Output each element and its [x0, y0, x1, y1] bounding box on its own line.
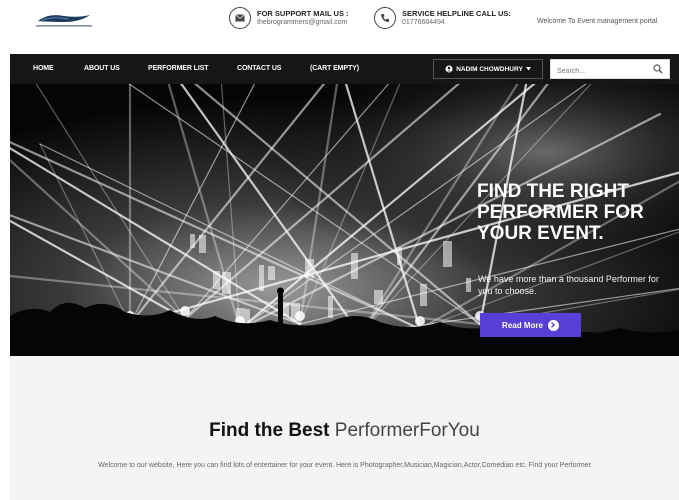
section-heading: Find the Best PerformerForYou [10, 420, 679, 442]
main-nav: HOME ABOUT US PERFORMER LIST CONTACT US … [10, 54, 679, 84]
nav-item-cart[interactable]: (CART EMPTY) [310, 54, 359, 84]
read-more-button[interactable]: Read More [480, 313, 581, 337]
hero-banner: FIND THE RIGHT PERFORMER FOR YOUR EVENT.… [10, 84, 679, 356]
hero-subtitle: We have more than a thousand Performer f… [478, 274, 659, 296]
search-input[interactable] [551, 62, 652, 81]
user-circle-icon [445, 65, 453, 73]
brand-logo-icon[interactable] [34, 11, 94, 29]
arrow-right-circle-icon [547, 319, 559, 331]
support-mail-block: FOR SUPPORT MAIL US : thebrogrammers@gma… [229, 7, 349, 29]
hero-title: FIND THE RIGHT PERFORMER FOR YOUR EVENT. [477, 181, 644, 244]
support-mail-title: FOR SUPPORT MAIL US : [257, 9, 349, 18]
support-mail-value[interactable]: thebrogrammers@gmail.com [257, 18, 349, 27]
helpline-title: SERVICE HELPLINE CALL US: [402, 9, 511, 18]
nav-item-home[interactable]: HOME [33, 54, 54, 84]
caret-down-icon [525, 67, 531, 71]
search-icon[interactable] [653, 64, 663, 74]
welcome-text: Welcome To Event management portal [537, 18, 658, 25]
nav-item-contact-us[interactable]: CONTACT US [237, 54, 281, 84]
nav-item-performer-list[interactable]: PERFORMER LIST [148, 54, 209, 84]
section-heading-light: PerformerForYou [334, 420, 480, 441]
mail-icon [229, 7, 251, 29]
helpline-value[interactable]: 01776604494 [402, 18, 511, 27]
section-description: Welcome to our website, Here you can fin… [98, 462, 591, 469]
phone-icon [374, 7, 396, 29]
nav-item-about-us[interactable]: ABOUT US [84, 54, 120, 84]
user-menu-label: NADIM CHOWDHURY [456, 65, 523, 73]
top-bar: FOR SUPPORT MAIL US : thebrogrammers@gma… [0, 0, 679, 46]
intro-section: Find the Best PerformerForYou Welcome to… [10, 356, 679, 500]
section-heading-bold: Find the Best [209, 420, 330, 441]
helpline-block: SERVICE HELPLINE CALL US: 01776604494 [374, 7, 511, 29]
read-more-label: Read More [502, 320, 543, 330]
user-menu-button[interactable]: NADIM CHOWDHURY [433, 59, 543, 79]
search-box [550, 59, 670, 81]
